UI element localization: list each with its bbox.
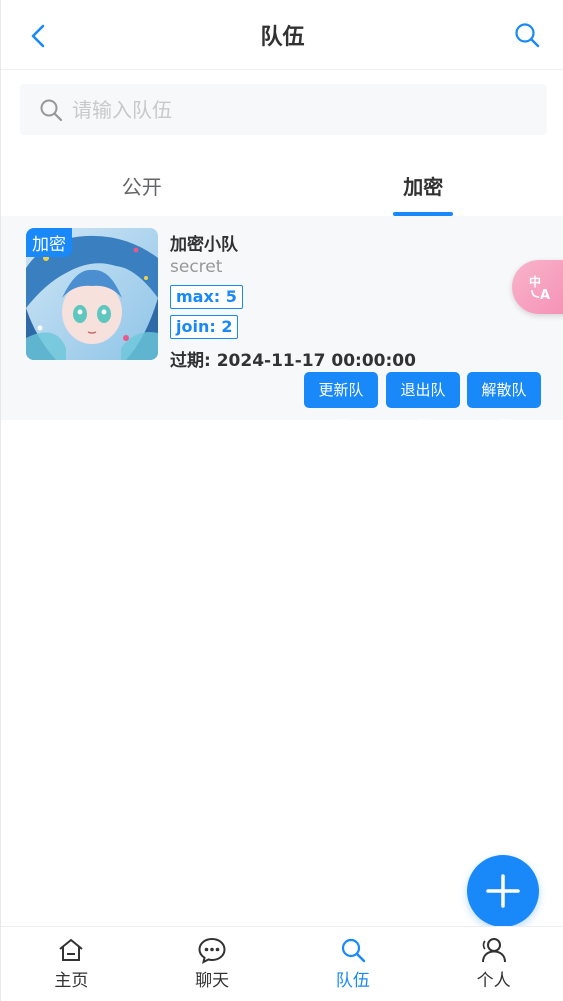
tabbar-label: 个人 [476,971,511,991]
search-bar [20,84,547,135]
search-icon [40,99,63,121]
tabbar-label: 聊天 [195,971,230,991]
nav-bar: 队伍 [1,0,563,70]
add-team-button[interactable] [467,855,539,927]
joined-members-tag: join: 2 [170,315,239,339]
tab-public[interactable]: 公开 [1,150,283,216]
tabbar-label: 主页 [54,971,89,991]
team-name: 加密小队 [170,235,238,255]
home-icon [59,939,84,961]
plus-icon [486,874,520,908]
quit-team-button[interactable]: 退出队伍 [386,372,460,435]
encrypted-badge: 加密 [26,228,72,257]
search-icon[interactable] [512,20,544,52]
team-description: secret [170,257,223,277]
max-members-tag: max: 5 [170,285,243,309]
svg-text:中: 中 [529,274,541,289]
tabbar-item-team[interactable]: 队伍 [283,927,424,1001]
translate-button[interactable]: 中 A [512,260,563,314]
tab-label: 公开 [121,175,162,199]
svg-text:A: A [540,288,550,301]
team-avatar: 加密 [26,228,158,360]
page-title: 队伍 [260,25,305,50]
search-icon [341,938,366,963]
tabbar-item-home[interactable]: 主页 [1,927,142,1001]
search-input[interactable] [72,97,512,122]
user-icon [481,938,506,963]
chat-icon [198,937,226,964]
bottom-tabbar: 主页 聊天 队伍 个人 [1,926,563,1001]
update-team-button[interactable]: 更新队伍 [304,372,378,435]
expire-time: 过期: 2024-11-17 00:00:00 [170,351,416,371]
tab-label: 加密 [403,175,444,199]
tabbar-item-profile[interactable]: 个人 [423,927,563,1001]
tab-bar: 公开 加密 [1,150,563,216]
dissolve-team-button[interactable]: 解散队伍 [467,372,541,435]
tabbar-label: 队伍 [335,971,370,991]
tab-encrypted[interactable]: 加密 [283,150,563,216]
translate-icon: 中 A [529,274,550,301]
team-card[interactable]: 加密 加密小队 secret max: 5 join: 2 过期: 2024-1… [1,216,563,435]
tabbar-item-chat[interactable]: 聊天 [142,927,283,1001]
